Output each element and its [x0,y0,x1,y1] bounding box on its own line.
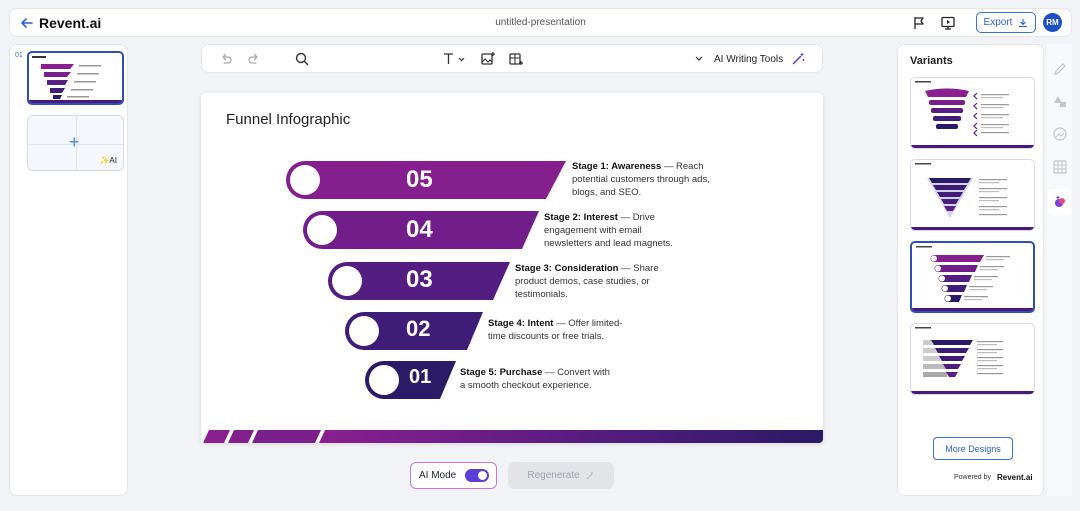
stage-title: Stage 2: Interest [544,212,618,223]
stage-desc-line: a smooth checkout experience. [460,380,592,391]
variant-preview [911,81,1034,148]
shapes-icon[interactable] [1052,93,1068,109]
insert-table-icon[interactable] [508,51,524,67]
ai-mode-toggle[interactable]: AI Mode [410,462,497,489]
stage-desc-line: — Share [618,263,659,274]
stage-desc-line: — Reach [661,161,704,172]
brush-icon[interactable] [1052,61,1068,77]
stage-description[interactable]: Stage 3: Consideration — Share product d… [515,262,705,301]
variant-preview [911,163,1034,230]
stage-title: Stage 4: Intent [488,318,554,329]
image-icon[interactable] [1052,126,1068,142]
undo-icon[interactable] [218,51,234,67]
regenerate-label: Regenerate [527,470,580,481]
variants-title: Variants [910,55,953,67]
top-bar: Revent.ai untitled-presentation Export R… [9,8,1072,37]
plus-icon: + [69,132,80,152]
stage-description[interactable]: Stage 5: Purchase — Convert with a smoot… [460,366,640,392]
stage-number: 05 [406,166,433,193]
variant-card-4[interactable] [910,323,1035,395]
stage-description[interactable]: Stage 2: Interest — Drive engagement wit… [544,211,724,250]
stage-desc-line: time discounts or free trials. [488,331,605,342]
slide-canvas[interactable]: Funnel Infographic 05 04 03 02 01 Stage … [201,93,823,443]
variant-card-1[interactable] [910,77,1035,149]
grid-icon[interactable] [1052,159,1068,175]
redo-icon[interactable] [246,51,262,67]
stage-number: 02 [406,316,431,341]
powered-by-brand: Revent.ai [996,473,1033,482]
stage-desc-line: blogs, and SEO. [572,187,642,198]
regenerate-button[interactable]: Regenerate [508,462,614,489]
bottom-accent-stripe [203,430,823,443]
variant-card-3[interactable] [910,241,1035,313]
editor-toolbar: AI Writing Tools [201,44,823,73]
powered-by: Powered by Revent.ai [954,473,1033,482]
stage-desc-line: engagement with email [544,225,642,236]
export-label: Export [983,17,1013,28]
download-icon [1019,18,1028,27]
variants-icon[interactable] [1052,194,1068,210]
tools-rail [1047,44,1072,496]
present-icon[interactable] [940,15,956,31]
stage-description[interactable]: Stage 1: Awareness — Reach potential cus… [572,160,752,199]
add-slide-button[interactable]: + ✨AI [27,115,124,171]
stage-number: 01 [409,366,432,388]
stage-number: 04 [406,216,433,243]
text-format-icon[interactable] [442,51,468,67]
variant-preview [912,246,1033,311]
search-icon[interactable] [294,51,310,67]
ai-mode-label: AI Mode [419,470,457,481]
sparkle-icon [586,471,593,479]
magic-wand-icon[interactable] [790,51,806,67]
ai-generate-label: ✨AI [99,156,117,165]
user-avatar[interactable]: RM [1043,13,1062,32]
stage-desc-line: — Convert with [542,367,610,378]
stage-desc-line: product demos, case studies, or [515,276,650,287]
insert-image-icon[interactable] [480,51,496,67]
slide-title[interactable]: Funnel Infographic [226,111,350,128]
stage-desc-line: potential customers through ads, [572,174,710,185]
stage-description[interactable]: Stage 4: Intent — Offer limited- time di… [488,317,668,343]
toggle-switch[interactable] [465,469,490,482]
chevron-down-icon[interactable] [694,51,704,67]
variants-panel: Variants More Designs Powered by Revent.… [897,44,1044,496]
slide-thumbnail[interactable] [27,51,124,105]
more-designs-button[interactable]: More Designs [933,437,1013,460]
stage-desc-line: — Drive [617,212,655,223]
slides-panel: 01 + ✨AI [9,44,128,496]
slide-number: 01 [15,52,23,59]
stage-desc-line: — Offer limited- [553,318,623,329]
ai-writing-tools-button[interactable]: AI Writing Tools [714,54,783,65]
stage-title: Stage 1: Awareness [572,161,662,172]
export-button[interactable]: Export [976,12,1036,33]
slide-thumbnail-preview [29,56,122,103]
stage-desc-line: testimonials. [515,289,568,300]
variant-card-2[interactable] [910,159,1035,231]
stage-number: 03 [406,266,433,293]
stage-title: Stage 3: Consideration [515,263,619,274]
variant-preview [911,327,1034,394]
stage-desc-line: newsletters and lead magnets. [544,238,673,249]
stage-title: Stage 5: Purchase [460,367,543,378]
powered-by-label: Powered by [954,474,991,481]
flag-icon[interactable] [911,15,927,31]
